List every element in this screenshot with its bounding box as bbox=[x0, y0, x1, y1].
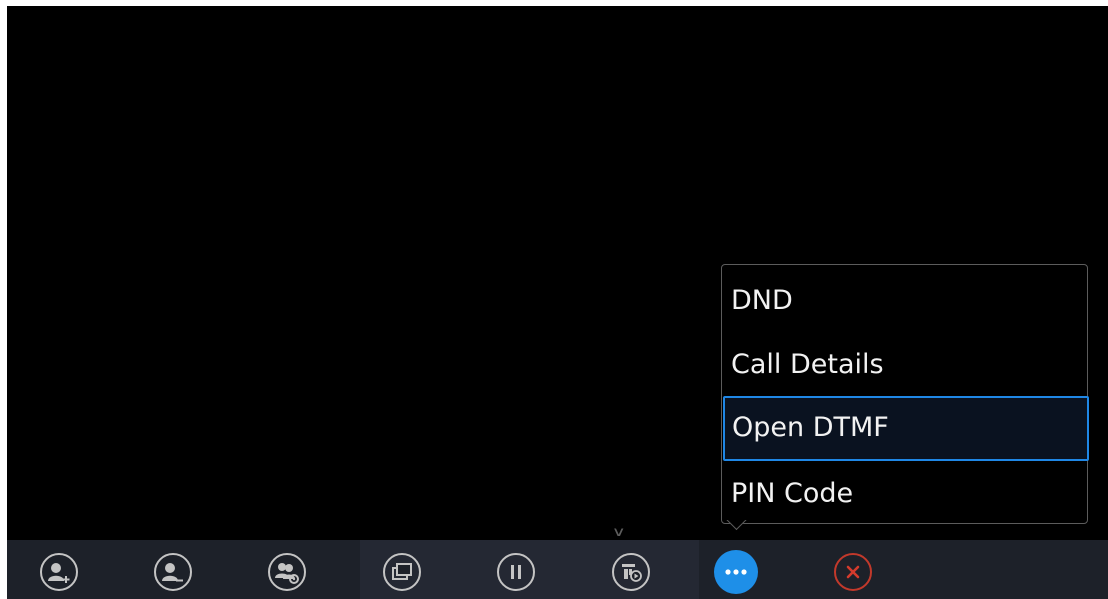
layout-button[interactable] bbox=[383, 553, 421, 591]
menu-item-dnd[interactable]: DND bbox=[722, 268, 1087, 333]
menu-item-call-details[interactable]: Call Details bbox=[722, 332, 1087, 397]
menu-item-open-dtmf[interactable]: Open DTMF bbox=[723, 396, 1089, 461]
menu-item-pin-code[interactable]: PIN Code bbox=[722, 461, 1087, 526]
conference-settings-button[interactable] bbox=[268, 553, 306, 591]
menu-item-label: DND bbox=[731, 285, 793, 316]
conference-settings-icon bbox=[275, 563, 299, 584]
menu-item-label: PIN Code bbox=[731, 478, 854, 509]
menu-pointer bbox=[725, 520, 747, 542]
add-participant-button[interactable] bbox=[40, 553, 78, 591]
video-call-screen: DND Call Details Open DTMF PIN Code ∨ bbox=[7, 6, 1108, 599]
layout-window-icon bbox=[392, 563, 412, 580]
remove-participant-button[interactable] bbox=[154, 553, 192, 591]
hold-button[interactable] bbox=[497, 553, 535, 591]
record-button[interactable] bbox=[612, 553, 650, 591]
end-call-icon bbox=[846, 565, 860, 579]
call-toolbar bbox=[7, 540, 1108, 599]
more-menu: DND Call Details Open DTMF PIN Code bbox=[721, 264, 1089, 526]
more-icon bbox=[725, 569, 747, 575]
menu-item-label: Open DTMF bbox=[732, 412, 889, 443]
end-call-button[interactable] bbox=[834, 553, 872, 591]
remove-participant-icon bbox=[162, 563, 183, 582]
menu-item-label: Call Details bbox=[731, 349, 884, 380]
pause-icon bbox=[511, 565, 521, 579]
chevron-down-icon[interactable]: ∨ bbox=[612, 525, 626, 540]
more-button[interactable] bbox=[714, 550, 758, 594]
record-icon bbox=[622, 564, 642, 582]
add-participant-icon bbox=[48, 563, 70, 583]
